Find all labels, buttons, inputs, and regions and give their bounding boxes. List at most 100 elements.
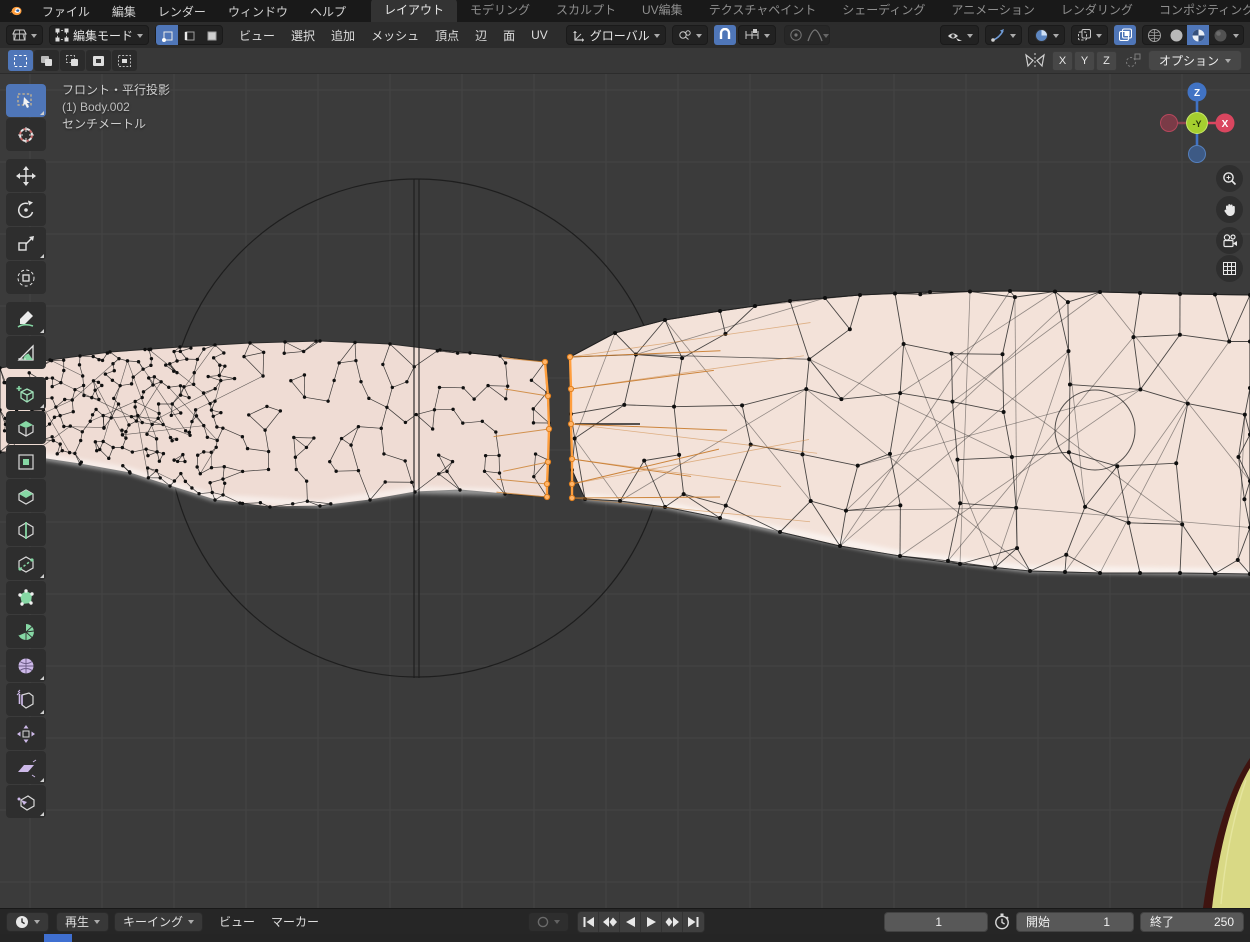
gizmo-neg-x-axis[interactable] xyxy=(1161,115,1178,132)
tool-shrink-fatten[interactable] xyxy=(6,717,46,750)
select-mode-vertex-button[interactable] xyxy=(156,25,178,45)
select-intersect-button[interactable] xyxy=(112,50,137,71)
snap-base-icon[interactable] xyxy=(1125,53,1141,68)
tab-layout[interactable]: レイアウト xyxy=(371,0,457,22)
timeline-menu-view[interactable]: ビュー xyxy=(211,910,263,933)
tool-measure[interactable] xyxy=(6,336,46,369)
editor-type-button[interactable] xyxy=(6,25,43,45)
play-reverse-button[interactable] xyxy=(620,912,641,932)
tab-animation[interactable]: アニメーション xyxy=(938,0,1048,22)
grid-toggle-button[interactable] xyxy=(1216,255,1243,282)
select-subtract-button[interactable] xyxy=(60,50,85,71)
tool-smooth[interactable] xyxy=(6,649,46,682)
select-invert-button[interactable] xyxy=(86,50,111,71)
options-dropdown[interactable]: オプション xyxy=(1148,50,1242,71)
tool-cursor[interactable] xyxy=(6,118,46,151)
tab-sculpting[interactable]: スカルプト xyxy=(543,0,629,22)
select-mode-edge-button[interactable] xyxy=(178,25,200,45)
mirror-x-button[interactable]: X xyxy=(1052,51,1073,71)
viewport[interactable]: フロント・平行投影 (1) Body.002 センチメートル xyxy=(0,74,1250,908)
mirror-y-button[interactable]: Y xyxy=(1074,51,1095,71)
overlays-dropdown[interactable] xyxy=(1028,25,1065,45)
tool-move[interactable] xyxy=(6,159,46,192)
transform-orientation-dropdown[interactable]: グローバル xyxy=(566,25,666,45)
stopwatch-icon[interactable] xyxy=(994,913,1010,930)
tab-compositing[interactable]: コンポジティング xyxy=(1146,0,1250,22)
shading-wireframe-button[interactable] xyxy=(1143,25,1165,45)
timeline-menu-marker[interactable]: マーカー xyxy=(263,910,327,933)
menu-edit[interactable]: 編集 xyxy=(101,1,147,22)
menu-add[interactable]: 追加 xyxy=(323,24,363,47)
next-keyframe-button[interactable] xyxy=(662,912,683,932)
shading-solid-button[interactable] xyxy=(1165,25,1187,45)
timeline-playhead[interactable] xyxy=(44,934,72,942)
tool-annotate[interactable] xyxy=(6,302,46,335)
tab-modeling[interactable]: モデリング xyxy=(457,0,543,22)
menu-window[interactable]: ウィンドウ xyxy=(217,1,299,22)
menu-mesh[interactable]: メッシュ xyxy=(363,24,427,47)
menu-uv[interactable]: UV xyxy=(523,25,556,45)
tool-loop-cut[interactable] xyxy=(6,513,46,546)
pan-button[interactable] xyxy=(1216,196,1243,223)
tool-bevel[interactable] xyxy=(6,479,46,512)
play-button[interactable] xyxy=(641,912,662,932)
tool-transform[interactable] xyxy=(6,261,46,294)
menu-file[interactable]: ファイル xyxy=(31,1,101,22)
menu-edge[interactable]: 辺 xyxy=(467,24,495,47)
menu-view[interactable]: ビュー xyxy=(231,24,283,47)
blender-logo-icon[interactable] xyxy=(9,3,23,19)
timeline-track-strip[interactable] xyxy=(0,934,1250,942)
tool-spin[interactable] xyxy=(6,615,46,648)
tool-rotate[interactable] xyxy=(6,193,46,226)
tool-knife[interactable] xyxy=(6,547,46,580)
select-extend-button[interactable] xyxy=(34,50,59,71)
gizmos-dropdown[interactable] xyxy=(985,25,1022,45)
menu-vertex[interactable]: 頂点 xyxy=(427,24,467,47)
frame-start-field[interactable]: 開始 1 xyxy=(1016,912,1134,932)
toggle-xray-button[interactable] xyxy=(1114,25,1136,45)
tool-edge-slide[interactable] xyxy=(6,683,46,716)
tool-extrude-region[interactable] xyxy=(6,411,46,444)
tab-uv-editing[interactable]: UV編集 xyxy=(629,0,696,22)
select-set-button[interactable] xyxy=(8,50,33,71)
tab-rendering[interactable]: レンダリング xyxy=(1048,0,1146,22)
previous-keyframe-button[interactable] xyxy=(599,912,620,932)
shading-material-button[interactable] xyxy=(1187,25,1209,45)
visibility-dropdown[interactable] xyxy=(940,25,979,45)
playback-dropdown[interactable]: 再生 xyxy=(56,912,109,932)
keying-dropdown[interactable]: キーイング xyxy=(114,912,203,932)
select-mode-face-button[interactable] xyxy=(200,25,222,45)
menu-help[interactable]: ヘルプ xyxy=(299,1,357,22)
tool-box-select[interactable] xyxy=(6,84,46,117)
proportional-falloff-dropdown[interactable] xyxy=(807,25,829,45)
axis-gizmo[interactable]: Z X -Y xyxy=(1159,82,1235,164)
frame-end-field[interactable]: 終了 250 xyxy=(1140,912,1244,932)
xray-dropdown[interactable] xyxy=(1071,25,1108,45)
mode-selector[interactable]: 編集モード xyxy=(49,25,149,45)
shading-rendered-button[interactable] xyxy=(1209,25,1231,45)
proportional-edit-button[interactable] xyxy=(785,25,807,45)
menu-render[interactable]: レンダー xyxy=(147,1,217,22)
tool-add-cube[interactable] xyxy=(6,377,46,410)
auto-keying-toggle[interactable] xyxy=(528,912,569,932)
timeline-editor-type-button[interactable] xyxy=(6,912,49,932)
tool-poly-build[interactable] xyxy=(6,581,46,614)
zoom-button[interactable] xyxy=(1216,165,1243,192)
tool-scale[interactable] xyxy=(6,227,46,260)
menu-select[interactable]: 選択 xyxy=(283,24,323,47)
camera-view-button[interactable] xyxy=(1216,227,1243,254)
snap-target-dropdown[interactable] xyxy=(672,25,708,45)
snap-with-dropdown[interactable] xyxy=(738,25,776,45)
gizmo-neg-z-axis[interactable] xyxy=(1189,146,1206,163)
tool-inset-faces[interactable] xyxy=(6,445,46,478)
jump-to-start-button[interactable] xyxy=(578,912,599,932)
tab-shading[interactable]: シェーディング xyxy=(829,0,938,22)
snap-toggle-button[interactable] xyxy=(714,25,736,45)
viewport-canvas[interactable] xyxy=(0,74,1250,908)
jump-to-end-button[interactable] xyxy=(683,912,704,932)
tool-shear[interactable] xyxy=(6,751,46,784)
current-frame-field[interactable]: 1 xyxy=(884,912,988,932)
tool-rip-region[interactable] xyxy=(6,785,46,818)
menu-face[interactable]: 面 xyxy=(495,24,523,47)
mirror-z-button[interactable]: Z xyxy=(1096,51,1117,71)
